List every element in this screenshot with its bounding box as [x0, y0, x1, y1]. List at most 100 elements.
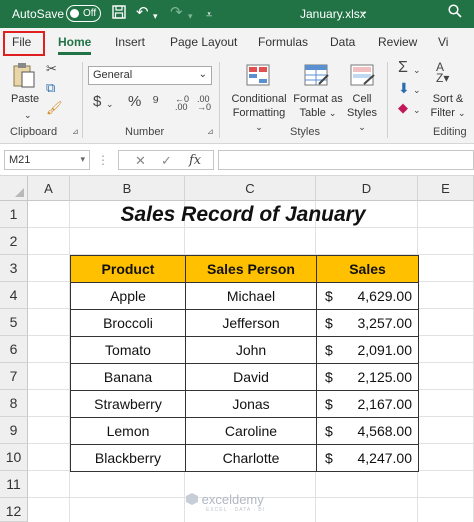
product-cell[interactable]: Tomato [70, 336, 186, 364]
sales-cell[interactable]: $2,125.00 [316, 363, 419, 391]
sales-cell[interactable]: $4,629.00 [316, 282, 419, 310]
person-cell[interactable]: Charlotte [185, 444, 317, 472]
row-header-7[interactable]: 7 [0, 363, 28, 390]
sales-cell[interactable]: $4,568.00 [316, 417, 419, 445]
name-box[interactable]: M21 ▾ [4, 150, 90, 170]
row-header-6[interactable]: 6 [0, 336, 28, 363]
autosave-label: AutoSave [12, 7, 65, 21]
row-header-8[interactable]: 8 [0, 390, 28, 417]
row-header-4[interactable]: 4 [0, 282, 28, 309]
accounting-format-icon[interactable]: $ [93, 94, 101, 110]
enter-icon[interactable]: ✓ [161, 153, 172, 169]
column-header-e[interactable]: E [418, 176, 474, 201]
column-header-a[interactable]: A [28, 176, 70, 201]
tab-data[interactable]: Data [330, 35, 355, 49]
clipboard-launcher-icon[interactable]: ⊿ [72, 127, 79, 136]
sort-filter-label[interactable]: Sort & Filter ⌄ [428, 92, 468, 120]
file-name[interactable]: January.xlsx [300, 7, 366, 21]
person-cell[interactable]: Caroline [185, 417, 317, 445]
sales-cell[interactable]: $2,091.00 [316, 336, 419, 364]
customize-quick-access-icon[interactable]: ⩡ [206, 7, 212, 23]
decrease-decimal-icon[interactable]: .00 →0 [197, 95, 211, 112]
product-cell[interactable]: Blackberry [70, 444, 186, 472]
tab-view[interactable]: Vi [438, 35, 448, 49]
redo-icon[interactable]: ↷ [170, 5, 183, 21]
format-as-table-icon[interactable] [304, 64, 330, 88]
insert-function-icon[interactable]: fx [189, 153, 201, 168]
separator [82, 62, 83, 138]
number-launcher-icon[interactable]: ⊿ [207, 127, 214, 136]
row-header-9[interactable]: 9 [0, 417, 28, 444]
header-product[interactable]: Product [70, 255, 186, 283]
tab-insert[interactable]: Insert [115, 35, 145, 49]
sort-filter-icon[interactable]: A Z▾ [436, 61, 449, 84]
filename-chevron-icon[interactable]: ⌄ [360, 6, 368, 17]
comma-style-icon[interactable]: ⁹ [152, 93, 159, 110]
paste-icon[interactable] [12, 62, 36, 94]
number-format-select[interactable]: General ⌄ [88, 66, 212, 85]
row-header-12[interactable]: 12 [0, 498, 28, 522]
conditional-formatting-label[interactable]: Conditional Formatting ⌄ [230, 92, 288, 134]
format-painter-icon[interactable]: 🖌 [46, 100, 63, 116]
product-cell[interactable]: Apple [70, 282, 186, 310]
person-cell[interactable]: Jonas [185, 390, 317, 418]
formula-bar-resize-handle[interactable]: ⋮ [97, 153, 109, 167]
spreadsheet-grid[interactable]: A B C D E 1 2 3 4 5 6 7 8 9 10 11 12 Sal… [0, 176, 474, 522]
redo-dropdown-icon[interactable]: ▾ [188, 8, 193, 24]
cell-styles-label[interactable]: Cell Styles ⌄ [342, 92, 382, 134]
row-header-1[interactable]: 1 [0, 201, 28, 228]
row-header-10[interactable]: 10 [0, 444, 28, 471]
cut-icon[interactable]: ✂ [46, 61, 57, 77]
tab-formulas[interactable]: Formulas [258, 35, 308, 49]
column-header-b[interactable]: B [70, 176, 185, 201]
product-cell[interactable]: Strawberry [70, 390, 186, 418]
row-header-2[interactable]: 2 [0, 228, 28, 255]
sales-cell[interactable]: $3,257.00 [316, 309, 419, 337]
undo-dropdown-icon[interactable]: ▾ [153, 8, 158, 24]
paste-label[interactable]: Paste [11, 92, 39, 106]
sales-cell[interactable]: $2,167.00 [316, 390, 419, 418]
product-cell[interactable]: Broccoli [70, 309, 186, 337]
percent-style-icon[interactable]: % [128, 94, 141, 110]
header-sales[interactable]: Sales [316, 255, 419, 283]
conditional-formatting-icon[interactable] [246, 64, 272, 88]
product-cell[interactable]: Lemon [70, 417, 186, 445]
copy-icon[interactable]: ⧉ [46, 80, 55, 96]
row-header-3[interactable]: 3 [0, 255, 28, 282]
undo-icon[interactable]: ↶ [136, 5, 149, 21]
person-cell[interactable]: David [185, 363, 317, 391]
person-cell[interactable]: Michael [185, 282, 317, 310]
formula-input[interactable] [218, 150, 474, 170]
table-row: Apple Michael $4,629.00 [70, 282, 419, 310]
autosum-dropdown-icon[interactable]: ⌄ [413, 62, 421, 78]
paste-dropdown-icon[interactable]: ⌄ [24, 108, 32, 122]
person-cell[interactable]: John [185, 336, 317, 364]
sales-value: 2,125.00 [357, 369, 413, 385]
fill-icon[interactable]: ⬇ [398, 80, 410, 96]
select-all-button[interactable] [0, 176, 28, 201]
search-icon[interactable] [448, 4, 462, 23]
increase-decimal-icon[interactable]: ←0.00 [175, 95, 189, 112]
header-sales-person[interactable]: Sales Person [185, 255, 317, 283]
row-header-11[interactable]: 11 [0, 471, 28, 498]
cell-styles-icon[interactable] [350, 64, 376, 88]
row-header-5[interactable]: 5 [0, 309, 28, 336]
autosave-toggle[interactable]: Off [66, 5, 101, 22]
tab-review[interactable]: Review [378, 35, 417, 49]
clear-icon[interactable]: ◆ [398, 100, 408, 116]
save-icon[interactable] [112, 5, 126, 23]
accounting-dropdown-icon[interactable]: ⌄ [106, 96, 114, 112]
autosum-icon[interactable]: Σ [398, 60, 408, 76]
cancel-icon[interactable]: ✕ [135, 153, 146, 169]
tab-home[interactable]: Home [58, 35, 91, 49]
column-header-c[interactable]: C [185, 176, 316, 201]
clear-dropdown-icon[interactable]: ⌄ [413, 102, 421, 118]
fill-dropdown-icon[interactable]: ⌄ [413, 82, 421, 98]
sales-cell[interactable]: $4,247.00 [316, 444, 419, 472]
sheet-title[interactable]: Sales Record of January [70, 201, 416, 229]
product-cell[interactable]: Banana [70, 363, 186, 391]
tab-page-layout[interactable]: Page Layout [170, 35, 237, 49]
person-cell[interactable]: Jefferson [185, 309, 317, 337]
column-header-d[interactable]: D [316, 176, 418, 201]
format-as-table-label[interactable]: Format as Table ⌄ [292, 92, 344, 120]
